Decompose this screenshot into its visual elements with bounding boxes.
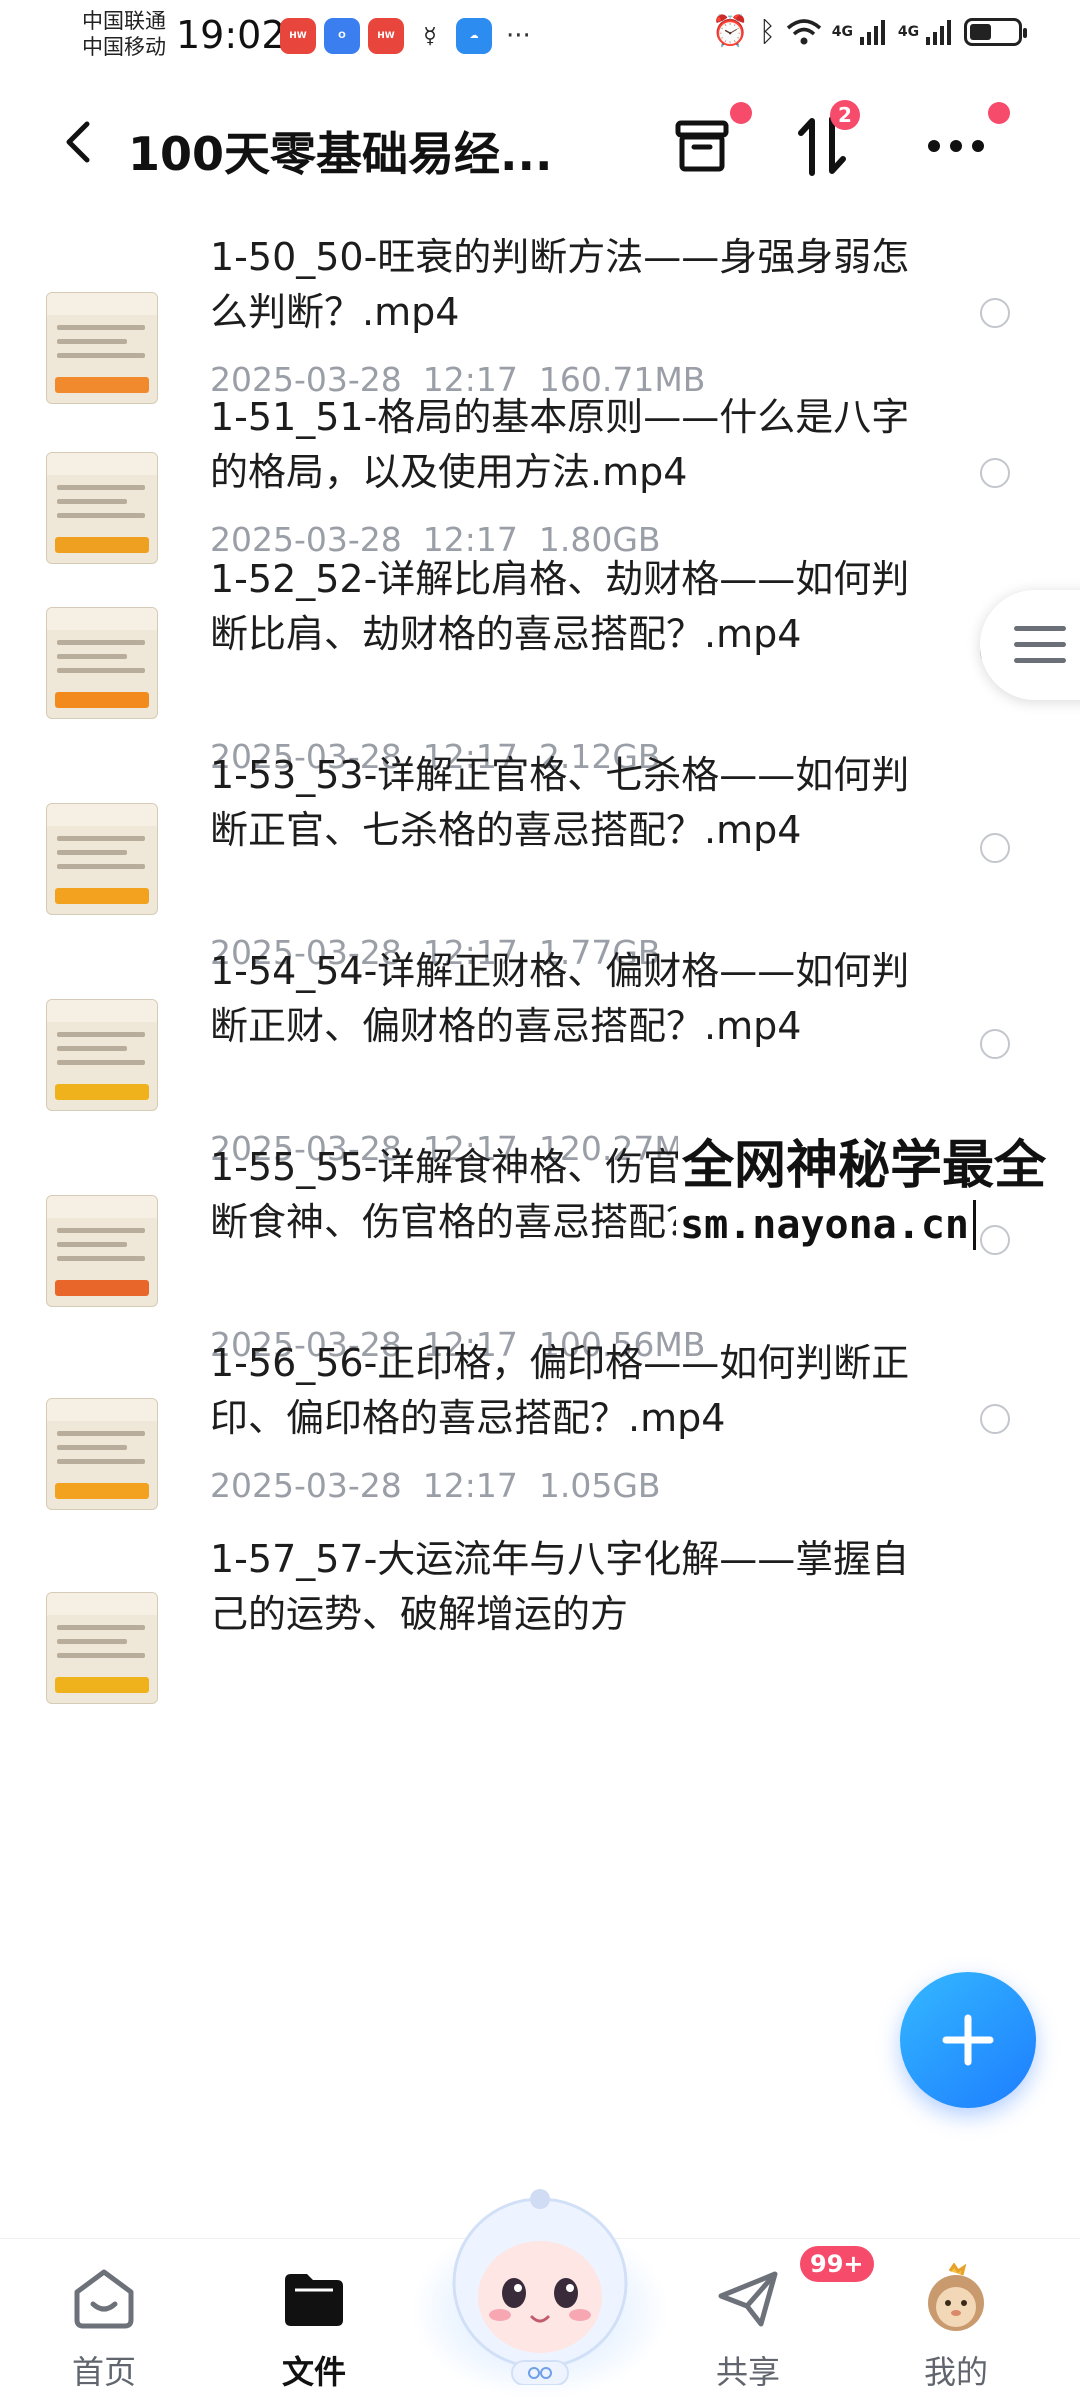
carrier-info: 中国联通 中国移动 — [82, 8, 166, 60]
file-name: 1-52_52-详解比肩格、劫财格——如何判断比肩、劫财格的喜忌搭配？.mp4 — [210, 557, 910, 656]
tab-files[interactable]: 文件 — [234, 2239, 394, 2401]
chevron-left-icon — [66, 121, 90, 163]
side-menu-handle[interactable] — [980, 590, 1080, 700]
select-radio[interactable] — [980, 1225, 1010, 1255]
watermark-title: 全网神秘学最全 — [678, 1135, 1051, 1197]
more-notifications-icon: ··· — [506, 21, 531, 51]
signal-2-icon: 4G — [898, 19, 954, 45]
file-time: 12:17 — [422, 1466, 518, 1505]
status-time: 19:02 — [176, 13, 286, 57]
tab-share-label: 共享 — [715, 2353, 780, 2391]
archive-button[interactable] — [662, 102, 752, 186]
select-radio[interactable] — [980, 833, 1010, 863]
file-row[interactable]: 1-56_56-正印格，偏印格——如何判断正印、偏印格的喜忌搭配？.mp4 202… — [0, 1336, 1080, 1532]
signal-1-icon: 4G — [832, 19, 888, 45]
transfer-count-badge: 2 — [830, 100, 860, 130]
file-name: 1-53_53-详解正官格、七杀格——如何判断正官、七杀格的喜忌搭配？.mp4 — [210, 753, 910, 852]
tab-files-label: 文件 — [281, 2353, 346, 2391]
hamburger-line — [1014, 658, 1066, 663]
file-size: 1.05GB — [538, 1466, 661, 1505]
more-red-dot — [988, 102, 1010, 124]
system-indicators: ⏰ ᛒ 4G 4G — [711, 14, 1027, 49]
file-name: 1-56_56-正印格，偏印格——如何判断正印、偏印格的喜忌搭配？.mp4 — [210, 1341, 910, 1440]
video-thumbnail — [46, 292, 158, 404]
select-radio[interactable] — [980, 1029, 1010, 1059]
archive-box-icon — [675, 120, 729, 172]
back-button[interactable] — [48, 112, 108, 172]
hamburger-line — [1014, 642, 1066, 647]
video-thumbnail — [46, 803, 158, 915]
tab-home-label: 首页 — [71, 2353, 136, 2391]
video-thumbnail — [46, 1398, 158, 1510]
status-bar: 中国联通 中国移动 19:02 HW O HW ☿ ☁ ··· ⏰ ᛒ 4G 4… — [0, 0, 1080, 80]
video-thumbnail — [46, 1195, 158, 1307]
file-name: 1-50_50-旺衰的判断方法——身强身弱怎么判断？.mp4 — [210, 235, 910, 334]
video-thumbnail — [46, 1592, 158, 1704]
weather-app-icon: ☁ — [456, 18, 492, 54]
alarm-icon: ⏰ — [711, 14, 749, 49]
select-radio[interactable] — [980, 1404, 1010, 1434]
hamburger-line — [1014, 626, 1066, 631]
watermark-url: sm.nayona.cn — [676, 1200, 976, 1250]
plus-icon — [942, 2014, 994, 2066]
folder-icon — [274, 2259, 354, 2339]
file-name: 1-54_54-详解正财格、偏财格——如何判断正财、偏财格的喜忌搭配？.mp4 — [210, 949, 910, 1048]
signal-1-label: 4G — [831, 23, 854, 40]
carrier-2: 中国移动 — [82, 35, 166, 59]
select-radio[interactable] — [980, 298, 1010, 328]
wifi-icon — [786, 18, 821, 44]
share-notification-badge: 99+ — [800, 2246, 874, 2282]
video-thumbnail — [46, 607, 158, 719]
tab-home[interactable]: 首页 — [24, 2239, 184, 2401]
archive-red-dot — [730, 102, 752, 124]
more-dots-icon — [928, 140, 984, 152]
file-date: 2025-03-28 — [210, 1466, 402, 1505]
file-meta: 2025-03-28 12:17 1.05GB — [210, 1466, 661, 1505]
video-thumbnail — [46, 452, 158, 564]
huawei-app-icon: HW — [280, 18, 316, 54]
paper-plane-icon — [708, 2259, 788, 2339]
file-row[interactable]: 1-54_54-详解正财格、偏财格——如何判断正财、偏财格的喜忌搭配？.mp4 2… — [0, 944, 1080, 1168]
tab-profile[interactable]: 我的 — [876, 2239, 1036, 2401]
transfer-button[interactable]: 2 — [782, 100, 862, 186]
battery-icon — [964, 17, 1027, 46]
page-title: 100天零基础易经... — [128, 127, 553, 181]
header: 100天零基础易经... 2 — [0, 90, 1080, 200]
file-name: 1-51_51-格局的基本原则——什么是八字的格局，以及使用方法.mp4 — [210, 395, 910, 494]
add-file-button[interactable] — [900, 1972, 1036, 2108]
video-thumbnail — [46, 999, 158, 1111]
huawei-app-icon-2: HW — [368, 18, 404, 54]
file-row[interactable]: 1-52_52-详解比肩格、劫财格——如何判断比肩、劫财格的喜忌搭配？.mp4 2… — [0, 552, 1080, 776]
signal-2-label: 4G — [897, 23, 920, 40]
tab-profile-label: 我的 — [923, 2353, 988, 2391]
mascot-icon — [452, 2189, 628, 2385]
assistant-mascot[interactable] — [410, 2165, 670, 2400]
avatar-icon — [916, 2259, 996, 2339]
select-radio[interactable] — [980, 458, 1010, 488]
notification-icons: HW O HW ☿ ☁ ··· — [280, 18, 531, 54]
bluetooth-icon: ᛒ — [758, 15, 776, 48]
clock-notification-icon: ☿ — [412, 18, 448, 54]
file-row[interactable]: 1-57_57-大运流年与八字化解——掌握自己的运势、破解增运的方 — [0, 1532, 1080, 1728]
carrier-1: 中国联通 — [82, 9, 166, 33]
blue-app-icon: O — [324, 18, 360, 54]
home-icon — [64, 2259, 144, 2339]
file-row[interactable]: 1-53_53-详解正官格、七杀格——如何判断正官、七杀格的喜忌搭配？.mp4 2… — [0, 748, 1080, 972]
file-name: 1-57_57-大运流年与八字化解——掌握自己的运势、破解增运的方 — [210, 1537, 910, 1636]
more-options-button[interactable] — [916, 102, 1010, 186]
